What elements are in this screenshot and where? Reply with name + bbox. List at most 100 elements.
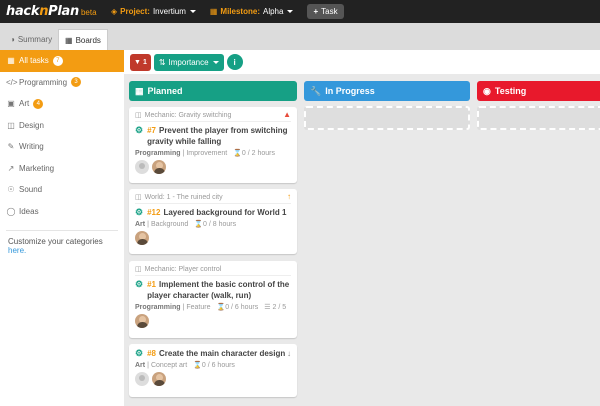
gear-icon: ⚙ xyxy=(135,207,144,217)
add-task-button[interactable]: + Task xyxy=(307,4,344,19)
separator: | xyxy=(182,149,185,157)
task-number: #8 xyxy=(147,349,156,358)
code-icon: </> xyxy=(6,77,18,87)
customize-text: Customize your categories xyxy=(8,237,103,246)
task-subtype: Improvement xyxy=(186,149,228,157)
card-title: ⚙ #12 Layered background for World 1 xyxy=(135,207,291,218)
sidebar-item-all-tasks[interactable]: ▦ All tasks 7 xyxy=(0,50,124,72)
card-meta: Art | Background ⌛ 0 / 8 hours xyxy=(135,220,291,229)
sidebar-item-label: Art xyxy=(19,99,30,109)
avatar[interactable] xyxy=(152,372,166,386)
count-badge: 3 xyxy=(71,77,82,88)
kanban-board: ▦ Planned 🔧 In Progress ◉ Testing ◫ Mech… xyxy=(124,74,600,406)
task-title: Create the main character design xyxy=(158,349,286,358)
tab-bar: ◑ Summary ▦ Boards xyxy=(0,23,600,50)
task-title: Prevent the player from switching gravit… xyxy=(147,126,288,146)
card-assignees xyxy=(135,372,291,386)
gear-icon: ⚙ xyxy=(135,125,144,135)
sidebar-item-art[interactable]: ▣ Art 4 xyxy=(0,93,124,115)
sidebar-item-ideas[interactable]: ◯ Ideas xyxy=(0,201,124,223)
task-estimate: 0 / 2 hours xyxy=(241,149,275,157)
task-card[interactable]: ◫ Mechanic: Gravity switching ▲ ⚙ #7 Prev… xyxy=(129,107,297,183)
tab-boards[interactable]: ▦ Boards xyxy=(58,29,108,50)
card-assignees xyxy=(135,160,291,174)
folder-icon: ◈ xyxy=(111,7,118,16)
sidebar-item-label: Writing xyxy=(19,142,44,152)
calendar-icon: ▦ xyxy=(209,7,218,16)
calendar-icon: ▦ xyxy=(135,85,144,96)
task-subtasks: 2 / 5 xyxy=(272,303,287,311)
sort-button[interactable]: ⇅ Importance xyxy=(153,53,224,71)
task-type: Programming xyxy=(135,303,181,311)
grid-icon: ▦ xyxy=(7,56,15,66)
customize-note: Customize your categories here. xyxy=(0,231,124,261)
task-number: #7 xyxy=(147,126,156,135)
task-card[interactable]: ◫ World: 1 - The ruined city ↑ ⚙ #12 Laye… xyxy=(129,189,297,254)
warning-icon: ▲ xyxy=(283,110,291,119)
dropzone-testing[interactable] xyxy=(477,106,600,130)
app-logo[interactable]: hacknPlan beta xyxy=(0,4,111,19)
separator: | xyxy=(182,303,185,311)
arrow-up-icon: ↑ xyxy=(287,192,291,201)
avatar[interactable] xyxy=(135,314,149,328)
column-header-in-progress[interactable]: 🔧 In Progress xyxy=(304,81,470,101)
task-number: #12 xyxy=(147,208,161,217)
sidebar-item-design[interactable]: ◫ Design xyxy=(0,115,124,137)
separator: | xyxy=(147,361,149,369)
card-title: ⚙ #1 Implement the basic control of the p… xyxy=(135,279,291,301)
sidebar-item-label: Ideas xyxy=(19,206,39,216)
info-button[interactable]: i xyxy=(226,54,243,70)
avatar-placeholder[interactable] xyxy=(135,372,149,386)
top-bar: hacknPlan beta ◈ Project: Invertium ▦ Mi… xyxy=(0,0,600,23)
sitemap-icon: ◫ xyxy=(135,112,142,119)
card-category: ◫ World: 1 - The ruined city ↑ xyxy=(135,192,291,204)
summary-icon: ◑ xyxy=(10,35,15,44)
task-card[interactable]: ⚙ #8 Create the main character design ↓ A… xyxy=(129,344,297,397)
column-title: Planned xyxy=(147,86,183,96)
customize-link[interactable]: here. xyxy=(8,246,26,255)
image-icon: ▣ xyxy=(7,99,15,109)
project-selector[interactable]: ◈ Project: Invertium xyxy=(111,7,196,16)
sidebar-item-writing[interactable]: ✎ Writing xyxy=(0,136,124,158)
sidebar-item-label: Sound xyxy=(19,185,43,195)
task-card[interactable]: ◫ Mechanic: Player control ⚙ #1 Implement… xyxy=(129,261,297,338)
sidebar-item-label: Design xyxy=(19,120,44,130)
tab-summary-label: Summary xyxy=(17,35,53,44)
hourglass-icon: ⌛ xyxy=(216,304,226,311)
filter-button[interactable]: ▼ 1 xyxy=(130,53,151,71)
card-category: ◫ Mechanic: Player control xyxy=(135,265,291,276)
card-title: ⚙ #7 Prevent the player from switching gr… xyxy=(135,125,291,147)
card-meta: Programming | Improvement ⌛ 0 / 2 hours xyxy=(135,149,291,158)
task-title: Implement the basic control of the playe… xyxy=(147,280,290,300)
headphones-icon: ☉ xyxy=(7,185,15,195)
tab-summary[interactable]: ◑ Summary xyxy=(4,29,58,50)
column-header-testing[interactable]: ◉ Testing xyxy=(477,81,600,101)
avatar[interactable] xyxy=(152,160,166,174)
milestone-label: Milestone: xyxy=(220,7,260,16)
column-header-planned[interactable]: ▦ Planned xyxy=(129,81,297,101)
tab-boards-label: Boards xyxy=(75,35,101,45)
task-subtype: Concept art xyxy=(150,361,188,369)
gear-icon: ⚙ xyxy=(135,348,144,358)
sidebar-item-marketing[interactable]: ↗ Marketing xyxy=(0,158,124,180)
task-type: Art xyxy=(135,361,146,369)
chevron-down-icon xyxy=(287,10,294,13)
sidebar-item-programming[interactable]: </> Programming 3 xyxy=(0,72,124,94)
info-icon: i xyxy=(233,57,236,67)
milestone-selector[interactable]: ▦ Milestone: Alpha xyxy=(210,7,294,16)
wrench-icon: 🔧 xyxy=(310,85,322,96)
separator: | xyxy=(147,220,149,228)
avatar[interactable] xyxy=(135,231,149,245)
board-toolbar: ▼ 1 ⇅ Importance i xyxy=(124,50,600,74)
sidebar-item-sound[interactable]: ☉ Sound xyxy=(0,179,124,201)
task-type: Programming xyxy=(135,149,181,157)
card-assignees xyxy=(135,231,291,245)
dropzone-in-progress[interactable] xyxy=(304,106,470,130)
chevron-down-icon xyxy=(189,10,196,13)
avatar-placeholder[interactable] xyxy=(135,160,149,174)
sort-icon: ⇅ xyxy=(158,57,166,67)
project-label: Project: xyxy=(120,7,150,16)
task-subtype: Background xyxy=(150,220,189,228)
sidebar-item-label: All tasks xyxy=(19,56,49,66)
card-meta: Art | Concept art ⌛ 0 / 6 hours xyxy=(135,361,291,370)
